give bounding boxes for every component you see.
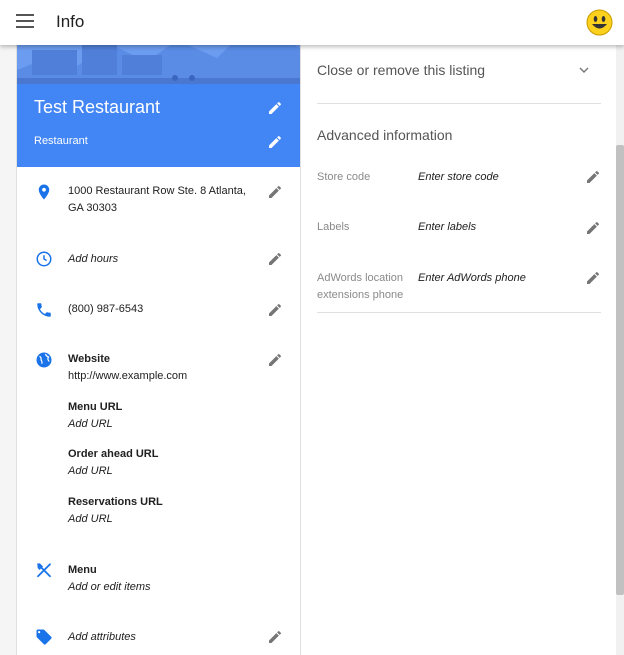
edit-phone-icon[interactable] [267,302,283,318]
menu-value[interactable]: Add or edit items [68,579,151,596]
adwords-phone-label: AdWords location extensions phone [317,270,403,304]
business-name: Test Restaurant [34,97,161,117]
order-url-label: Order ahead URL [68,448,159,460]
address-line2: GA 30303 [68,202,117,214]
business-info-card: Test Restaurant Restaurant 1000 Restaura… [16,0,301,655]
website-url[interactable]: http://www.example.com [68,368,187,385]
edit-labels-icon[interactable] [585,220,601,236]
page-title: Info [56,12,85,31]
reservations-url-label: Reservations URL [68,496,163,508]
location-pin-icon [38,184,50,200]
business-header: Test Restaurant Restaurant [17,84,300,167]
store-code-input[interactable]: Enter store code [418,171,499,183]
adwords-phone-input[interactable]: Enter AdWords phone [418,272,526,284]
menu-url-block: Menu URL Add URL [68,399,122,433]
menu-label: Menu [68,564,97,576]
edit-name-icon[interactable] [267,100,283,116]
divider [317,312,601,313]
reservations-url-block: Reservations URL Add URL [68,494,163,528]
tag-icon [36,629,52,645]
hours-text[interactable]: Add hours [68,251,118,268]
reservations-url-value[interactable]: Add URL [68,511,163,528]
edit-category-icon[interactable] [267,134,283,150]
phone-text: (800) 987-6543 [68,303,144,315]
close-listing-header[interactable]: Close or remove this listing [317,62,485,78]
top-app-bar: Info [0,0,624,45]
scrollbar[interactable] [616,45,624,655]
order-url-value[interactable]: Add URL [68,463,158,480]
advanced-info-title: Advanced information [317,127,453,143]
divider [317,103,601,104]
chevron-down-icon[interactable] [578,64,590,76]
business-category: Restaurant [34,135,88,147]
edit-adwords-phone-icon[interactable] [585,270,601,286]
clock-icon [36,251,52,267]
menu-url-value[interactable]: Add URL [68,416,122,433]
menu-icon[interactable] [16,14,34,30]
store-code-label: Store code [317,171,371,183]
order-url-block: Order ahead URL Add URL [68,446,158,480]
adwords-label-line1: AdWords location [317,272,404,284]
fork-knife-icon [37,563,51,578]
menu-block: Menu Add or edit items [68,562,151,596]
labels-label: Labels [317,221,350,233]
edit-address-icon[interactable] [267,184,283,200]
address-text: 1000 Restaurant Row Ste. 8 Atlanta, GA 3… [68,183,246,217]
website-label: Website [68,353,110,365]
edit-attributes-icon[interactable] [267,629,283,645]
labels-input[interactable]: Enter labels [418,221,476,233]
adwords-label-line2: extensions phone [317,289,404,301]
attributes-text[interactable]: Add attributes [68,629,136,646]
scrollbar-thumb[interactable] [616,145,624,595]
globe-icon [36,352,52,368]
edit-hours-icon[interactable] [267,251,283,267]
smiley-icon[interactable] [586,9,613,36]
edit-store-code-icon[interactable] [585,169,601,185]
advanced-panel: Close or remove this listing Advanced in… [301,0,616,655]
website-block: Website http://www.example.com [68,351,187,385]
phone-icon [37,303,51,317]
menu-url-label: Menu URL [68,401,123,413]
edit-website-icon[interactable] [267,352,283,368]
address-line1: 1000 Restaurant Row Ste. 8 Atlanta, [68,185,246,197]
